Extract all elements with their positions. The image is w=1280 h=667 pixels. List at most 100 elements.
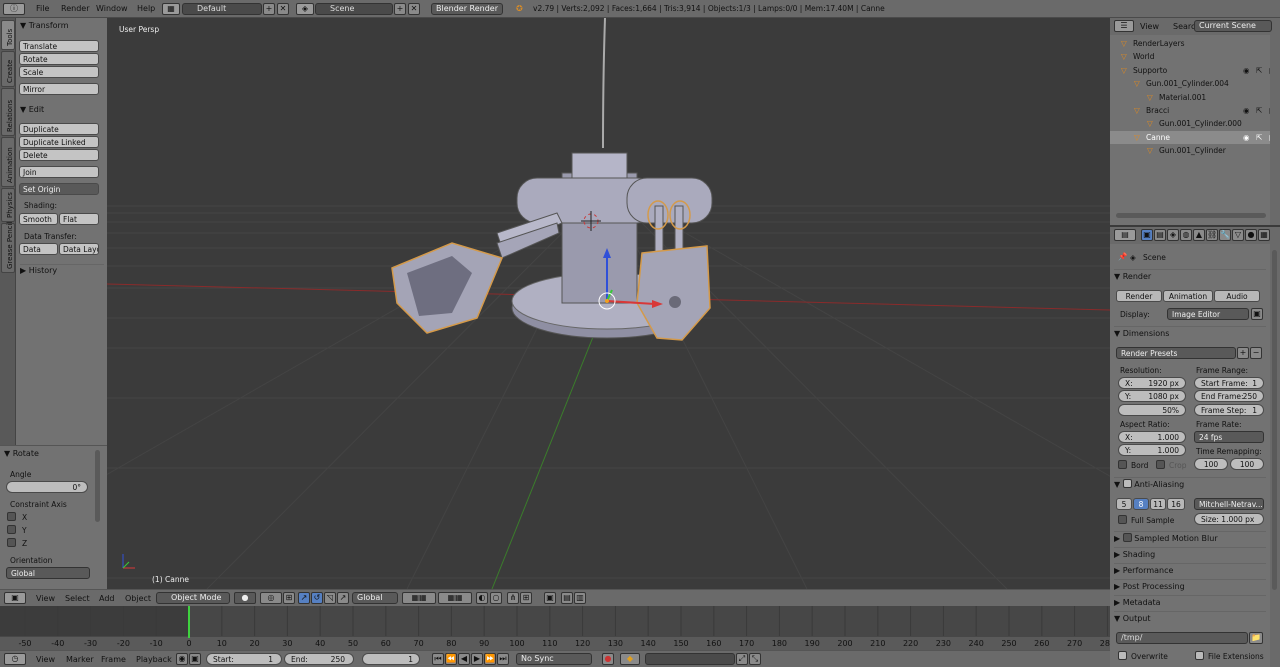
- outliner-item[interactable]: ▽ RenderLayers: [1110, 37, 1270, 50]
- aa-samples-16[interactable]: 16: [1167, 498, 1185, 510]
- shading-mode-icon[interactable]: ●: [234, 592, 256, 604]
- resolution-y-field[interactable]: Y: 1080 px: [1118, 390, 1186, 402]
- mirror-button[interactable]: Mirror: [19, 83, 99, 95]
- scale-button[interactable]: Scale: [19, 66, 99, 78]
- preview-range-icon[interactable]: ◉: [176, 653, 188, 665]
- tab-relations[interactable]: Relations: [1, 88, 15, 136]
- delete-scene-icon[interactable]: ✕: [408, 3, 420, 15]
- layout-icon[interactable]: ▦: [162, 3, 180, 15]
- crop-checkbox[interactable]: [1156, 460, 1165, 469]
- insert-key-icon[interactable]: ⤢: [736, 653, 748, 665]
- rotate-button[interactable]: Rotate: [19, 53, 99, 65]
- full-sample-checkbox[interactable]: [1118, 515, 1127, 524]
- sync-dropdown[interactable]: No Sync: [516, 653, 592, 665]
- play-reverse-icon[interactable]: ◀: [458, 653, 470, 665]
- tab-animation[interactable]: Animation: [1, 137, 15, 187]
- menu-render[interactable]: Render: [61, 3, 89, 15]
- proportional-edit-icon[interactable]: ○: [490, 592, 502, 604]
- overwrite-checkbox[interactable]: [1118, 651, 1127, 660]
- data-layout-button[interactable]: Data Layo: [59, 243, 99, 255]
- record-icon[interactable]: ●: [602, 653, 614, 665]
- mode-dropdown[interactable]: Object Mode: [156, 592, 230, 604]
- render-preview-icon[interactable]: ▣: [544, 592, 556, 604]
- axis-x-checkbox[interactable]: [7, 512, 16, 521]
- outliner-item[interactable]: ▽ Material.001: [1110, 91, 1270, 104]
- edit-panel-header[interactable]: ▼ Edit: [20, 104, 44, 116]
- start-frame-field[interactable]: Start: 1: [206, 653, 282, 665]
- jump-next-key-icon[interactable]: ⏩: [484, 653, 496, 665]
- border-checkbox[interactable]: [1118, 460, 1127, 469]
- layers-block-1[interactable]: ▦▦: [402, 592, 436, 604]
- transform-panel-header[interactable]: ▼ Transform: [20, 20, 69, 32]
- smooth-button[interactable]: Smooth: [19, 213, 58, 225]
- add-scene-icon[interactable]: +: [394, 3, 406, 15]
- duplicate-button[interactable]: Duplicate: [19, 123, 99, 135]
- current-frame-field[interactable]: 1: [362, 653, 420, 665]
- render-section-header[interactable]: ▼ Render: [1114, 269, 1266, 283]
- manipulator-toggle-icon[interactable]: ⊞: [283, 592, 295, 604]
- snap-icon[interactable]: ⋔: [507, 592, 519, 604]
- render-layers-context-icon[interactable]: ▤: [1154, 229, 1166, 241]
- menu-file[interactable]: File: [36, 3, 49, 15]
- aa-samples-8[interactable]: 8: [1133, 498, 1149, 510]
- tl-menu-frame[interactable]: Frame: [101, 654, 126, 666]
- outliner-hscrollbar[interactable]: [1116, 213, 1266, 218]
- antialiasing-checkbox[interactable]: [1122, 479, 1132, 488]
- properties-scrollbar[interactable]: [1272, 250, 1277, 590]
- tab-grease-pencil[interactable]: Grease Pencil: [1, 222, 15, 273]
- performance-section-header[interactable]: ▶ Performance: [1114, 563, 1266, 577]
- flat-button[interactable]: Flat: [59, 213, 99, 225]
- modifiers-context-icon[interactable]: 🔧: [1219, 229, 1231, 241]
- object-context-icon[interactable]: ▲: [1193, 229, 1205, 241]
- tl-menu-marker[interactable]: Marker: [66, 654, 94, 666]
- duplicate-linked-button[interactable]: Duplicate Linked: [19, 136, 99, 148]
- orientation-dropdown[interactable]: Global: [6, 567, 90, 579]
- eye-icon[interactable]: ◉: [1243, 64, 1250, 77]
- vp-menu-select[interactable]: Select: [65, 593, 90, 605]
- layer-lock-icon[interactable]: ◐: [476, 592, 488, 604]
- tab-physics[interactable]: Physics: [1, 188, 15, 222]
- resolution-x-field[interactable]: X: 1920 px: [1118, 377, 1186, 389]
- end-frame-field[interactable]: End: 250: [284, 653, 354, 665]
- jump-end-icon[interactable]: ⏭: [497, 653, 509, 665]
- cursor-icon[interactable]: ⇱: [1256, 131, 1262, 144]
- opengl-render-icon[interactable]: ▥: [574, 592, 586, 604]
- aa-samples-11[interactable]: 11: [1150, 498, 1166, 510]
- post-processing-section-header[interactable]: ▶ Post Processing: [1114, 579, 1266, 593]
- outliner-item[interactable]: ▽Canne◉⇱▣: [1110, 130, 1276, 144]
- world-context-icon[interactable]: ◍: [1180, 229, 1192, 241]
- properties-editor-type-icon[interactable]: ▤: [1114, 229, 1136, 241]
- output-section-header[interactable]: ▼ Output: [1114, 611, 1266, 625]
- shading-section-header[interactable]: ▶ Shading: [1114, 547, 1266, 561]
- transform-orientation-dropdown[interactable]: Global: [352, 592, 398, 604]
- dimensions-section-header[interactable]: ▼ Dimensions: [1114, 326, 1266, 340]
- frame-step-prop[interactable]: Frame Step: 1: [1194, 404, 1264, 416]
- axis-z-checkbox[interactable]: [7, 538, 16, 547]
- rotate-manipulator-icon[interactable]: ↺: [311, 592, 323, 604]
- menu-help[interactable]: Help: [137, 3, 155, 15]
- timeline-editor-type-icon[interactable]: ◷: [4, 653, 26, 665]
- scale-manipulator-icon[interactable]: ◹: [324, 592, 336, 604]
- translate-button[interactable]: Translate: [19, 40, 99, 52]
- display-dropdown[interactable]: Image Editor: [1167, 308, 1249, 320]
- translate-manipulator-icon[interactable]: ↗: [298, 592, 310, 604]
- add-layout-icon[interactable]: +: [263, 3, 275, 15]
- cursor-icon[interactable]: ⇱: [1256, 64, 1262, 77]
- delete-button[interactable]: Delete: [19, 149, 99, 161]
- motion-blur-checkbox[interactable]: [1122, 533, 1132, 542]
- antialiasing-section-header[interactable]: ▼ Anti-Aliasing: [1114, 477, 1266, 491]
- outliner-item[interactable]: ▽ Gun.001_Cylinder.004: [1110, 77, 1270, 90]
- metadata-section-header[interactable]: ▶ Metadata: [1114, 595, 1266, 609]
- menu-window[interactable]: Window: [96, 3, 128, 15]
- start-frame-prop[interactable]: Start Frame: 1: [1194, 377, 1264, 389]
- outliner-item[interactable]: ▽ Gun.001_Cylinder: [1110, 144, 1270, 157]
- outliner-item[interactable]: ▽ Gun.001_Cylinder.000: [1110, 117, 1270, 130]
- tl-menu-view[interactable]: View: [36, 654, 55, 666]
- tab-tools[interactable]: Tools: [1, 20, 15, 50]
- timeline[interactable]: -50 -40 -30 -20 -10 0 10 20 30 40 50 60 70 80 90 100 110…: [0, 606, 1115, 650]
- remove-preset-icon[interactable]: −: [1250, 347, 1262, 359]
- material-context-icon[interactable]: ●: [1245, 229, 1257, 241]
- axis-y-checkbox[interactable]: [7, 525, 16, 534]
- remap-new-field[interactable]: 100: [1230, 458, 1264, 470]
- data-context-icon[interactable]: ▽: [1232, 229, 1244, 241]
